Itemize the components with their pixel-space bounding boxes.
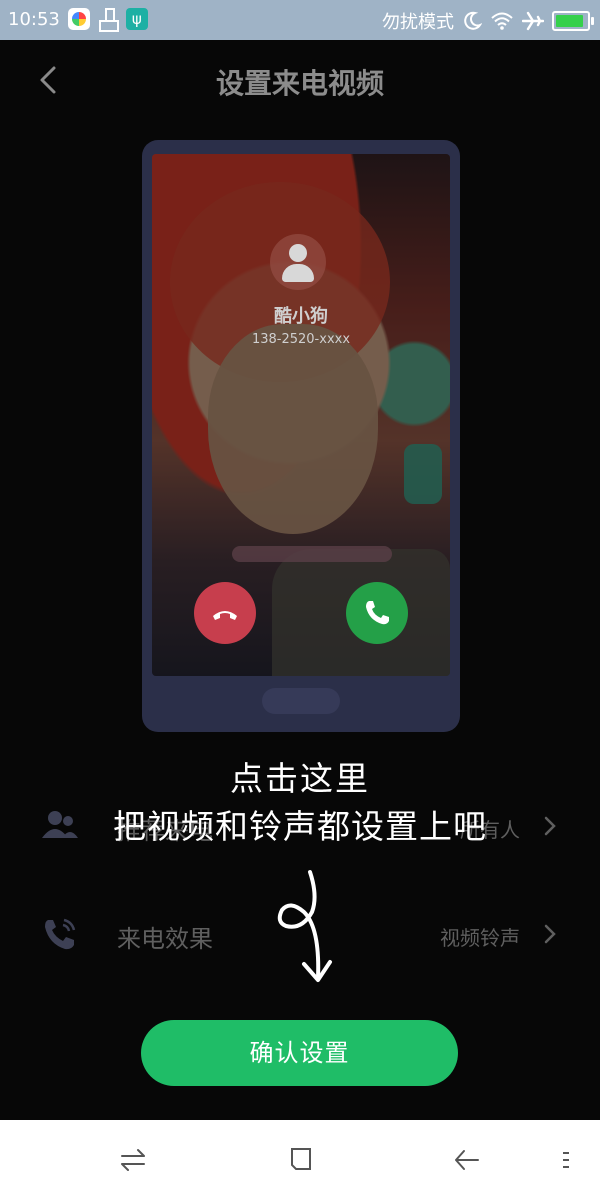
caller-avatar [270,234,326,290]
hint-arrow-icon [277,870,332,982]
status-time: 10:53 [8,8,60,30]
preview-phone: 酷小狗 138-2520-xxxx [142,140,460,732]
preview-home-bar [262,688,340,714]
setting-value: 视频铃声 [440,926,520,950]
chevron-right-icon [544,924,556,944]
preview-screen: 酷小狗 138-2520-xxxx [152,154,450,676]
battery-icon [552,11,594,31]
back-arrow-icon[interactable] [452,1145,482,1175]
hint-text-line2: 把视频和铃声都设置上吧 [113,807,487,846]
decline-call-button [194,582,256,644]
airplane-icon [522,11,544,31]
navigation-bar [0,1120,600,1200]
dnd-mode-text: 勿扰模式 [382,12,454,33]
header: 设置来电视频 [0,40,600,120]
hint-text-line1: 点击这里 [230,759,370,798]
accept-call-button [346,582,408,644]
caller-number: 138-2520-xxxx [251,332,351,347]
app-icon [67,8,90,30]
caller-name: 酷小狗 [274,306,328,327]
brush-icon [98,8,119,32]
status-left: 10:53 ψ [8,8,148,32]
moon-icon [464,11,482,30]
confirm-settings-button[interactable]: 确认设置 [141,1020,458,1086]
page-title: 设置来电视频 [215,67,384,100]
battery-level [556,15,583,27]
wifi-icon [491,12,513,30]
switch-icon[interactable] [118,1145,148,1175]
status-bar: 10:53 ψ 勿扰模式 [0,0,600,40]
menu-dots-icon[interactable] [552,1145,582,1175]
phone-icon [366,601,389,625]
status-right: 勿扰模式 [382,8,594,34]
setting-label: 来电效果 [117,925,213,953]
phone-ring-icon [45,918,76,950]
hang-up-icon [213,611,237,620]
home-square-icon[interactable] [286,1145,316,1175]
usb-icon: ψ [125,8,148,30]
